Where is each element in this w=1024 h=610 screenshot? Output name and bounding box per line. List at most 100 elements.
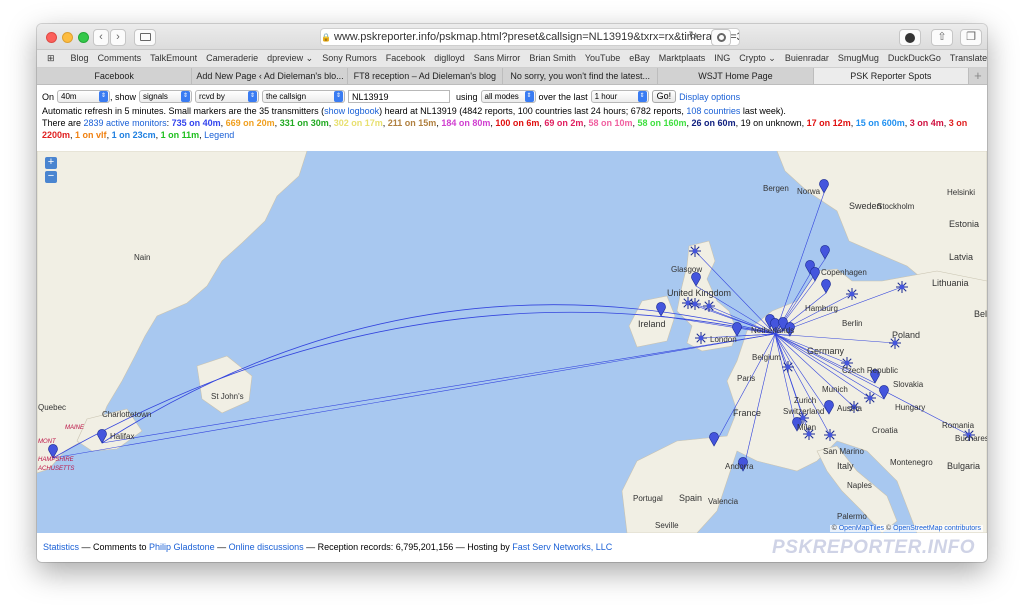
query-controls: On 40m ⇕ , show signals ⇕ rcvd by ⇕ the cal… (37, 85, 987, 153)
forward-button[interactable]: › (110, 29, 126, 46)
address-bar[interactable]: 🔒 www.pskreporter.info/pskmap.html?prese… (320, 28, 740, 46)
band-count: 3 on 4m (909, 118, 944, 128)
back-button[interactable]: ‹ (93, 29, 109, 46)
favorite-item[interactable]: Blog (71, 53, 89, 64)
station-star-marker[interactable] (864, 392, 876, 404)
label-austria: Austria (837, 404, 862, 413)
favorite-item[interactable]: eBay (629, 53, 650, 64)
browser-tab[interactable]: Add New Page ‹ Ad Dieleman's blo... (192, 68, 348, 84)
favorite-item[interactable]: DuckDuckGo (888, 53, 941, 64)
label-massachusetts: ACHUSETTS (37, 466, 74, 472)
band-count: 58 on 10m (588, 118, 633, 128)
legend-link[interactable]: Legend (204, 130, 234, 140)
browser-tab[interactable]: Facebook (37, 68, 193, 84)
favorite-item[interactable]: SmugMug (838, 53, 879, 64)
go-button[interactable]: Go! (651, 90, 677, 103)
over-label: over the last (538, 91, 588, 102)
query-row: On 40m ⇕ , show signals ⇕ rcvd by ⇕ the cal… (42, 88, 982, 105)
favorite-item[interactable]: Translate (950, 53, 987, 64)
countries-link[interactable]: 108 countries (686, 106, 740, 116)
favorite-item[interactable]: Sony Rumors (322, 53, 377, 64)
favorite-item[interactable]: Buienradar (785, 53, 829, 64)
label-munich: Munich (822, 385, 848, 394)
downloads-button[interactable] (899, 29, 921, 46)
band-count: 1 on 11m (160, 130, 200, 140)
extension-button[interactable] (711, 29, 731, 46)
label-nain: Nain (134, 253, 150, 262)
favorite-item[interactable]: dpreview ⌄ (267, 53, 313, 64)
hosting-link[interactable]: Fast Serv Networks, LLC (512, 542, 612, 552)
browser-tab[interactable]: PSK Reporter Spots (813, 68, 969, 84)
reload-button[interactable]: ↻ (685, 29, 701, 46)
station-star-marker[interactable] (896, 281, 908, 293)
band-count: 1 on 23cm (111, 130, 156, 140)
browser-tab[interactable]: FT8 reception – Ad Dieleman's blog (348, 68, 503, 84)
sidebar-button[interactable] (134, 29, 156, 46)
station-star-marker[interactable] (703, 300, 715, 312)
station-star-marker[interactable] (782, 361, 794, 373)
page-footer: Statistics — Comments to Philip Gladston… (37, 533, 987, 562)
label-stockholm: Stockholm (877, 202, 915, 211)
active-monitors-link[interactable]: 2839 active monitors (84, 118, 167, 128)
minimize-window-button[interactable] (62, 32, 73, 43)
browser-tab[interactable]: No sorry, you won't find the latest... (503, 68, 659, 84)
band-count: 19 on unknown (740, 118, 802, 128)
band-count: 15 on 600m (855, 118, 905, 128)
zoom-in-button[interactable]: + (45, 157, 57, 169)
label-spain: Spain (679, 493, 702, 503)
map-attribution: © OpenMapTiles © OpenStreetMap contribut… (829, 525, 983, 532)
station-star-marker[interactable] (824, 429, 836, 441)
favorite-item[interactable]: diglloyd (434, 53, 465, 64)
station-star-marker[interactable] (846, 288, 858, 300)
label-london: London (710, 335, 737, 344)
share-button[interactable]: ⇧ (931, 29, 953, 46)
tabs-overview-button[interactable]: ❐ (960, 29, 982, 46)
station-star-marker[interactable] (689, 245, 701, 257)
zoom-window-button[interactable] (78, 32, 89, 43)
label-norway: Norwa (797, 187, 821, 196)
favorite-item[interactable]: ING (714, 53, 730, 64)
favorite-item[interactable]: Comments (98, 53, 142, 64)
favorite-item[interactable]: Facebook (386, 53, 426, 64)
label-montenegro: Montenegro (890, 458, 933, 467)
favorite-item[interactable]: TalkEmount (150, 53, 197, 64)
band-select[interactable]: 40m ⇕ (57, 90, 111, 103)
discussions-link[interactable]: Online discussions (229, 542, 304, 552)
new-tab-button[interactable]: + (969, 68, 987, 84)
timerange-select[interactable]: 1 hour ⇕ (590, 90, 649, 103)
zoom-out-button[interactable]: − (45, 171, 57, 183)
openstreetmap-link[interactable]: OpenStreetMap contributors (893, 525, 981, 532)
station-star-marker[interactable] (695, 332, 707, 344)
label-portugal: Portugal (633, 494, 663, 503)
favorite-item[interactable]: Sans Mirror (474, 53, 521, 64)
openmaptiles-link[interactable]: OpenMapTiles (839, 525, 884, 532)
target-select[interactable]: the callsign ⇕ (262, 90, 346, 103)
show-logbook-link[interactable]: show logbook (324, 106, 379, 116)
display-options-link[interactable]: Display options (679, 91, 740, 103)
label-bergen: Bergen (763, 184, 789, 193)
band-count: 211 on 15m (387, 118, 437, 128)
label-quebec: Quebec (38, 403, 66, 412)
favorite-item[interactable]: Crypto ⌄ (739, 53, 776, 64)
show-all-favorites-icon[interactable]: ⊞ (47, 53, 55, 64)
favorite-item[interactable]: Brian Smith (529, 53, 576, 64)
title-bar: ‹ › 🔒 www.pskreporter.info/pskmap.html?p… (37, 24, 987, 50)
map-canvas: Bergen Norwa Sweden Stockholm Helsinki E… (37, 151, 987, 533)
label-copenhagen: Copenhagen (821, 268, 867, 277)
favorite-item[interactable]: Marktplaats (659, 53, 706, 64)
browser-tab[interactable]: WSJT Home Page (658, 68, 814, 84)
select-arrows-icon: ⇕ (637, 91, 647, 102)
label-hamburg: Hamburg (805, 304, 838, 313)
label-maine: MAINE (65, 425, 85, 431)
favorite-item[interactable]: YouTube (585, 53, 620, 64)
favorite-item[interactable]: Cameraderie (206, 53, 258, 64)
map[interactable]: Bergen Norwa Sweden Stockholm Helsinki E… (37, 151, 987, 533)
callsign-input[interactable] (348, 90, 451, 103)
station-star-marker[interactable] (689, 298, 701, 310)
mode-select[interactable]: all modes ⇕ (480, 90, 536, 103)
direction-select[interactable]: rcvd by ⇕ (195, 90, 260, 103)
author-link[interactable]: Philip Gladstone (149, 542, 215, 552)
close-window-button[interactable] (46, 32, 57, 43)
statistics-link[interactable]: Statistics (43, 542, 79, 552)
show-select[interactable]: signals ⇕ (139, 90, 193, 103)
